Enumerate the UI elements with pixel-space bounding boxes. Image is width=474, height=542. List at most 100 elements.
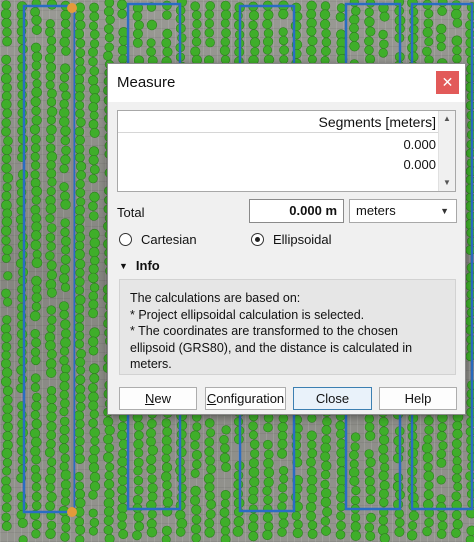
plant-marker [2,297,13,307]
plant-marker [277,483,288,493]
plant-marker [1,476,11,486]
plant-marker [190,1,200,11]
plant-marker [89,110,99,120]
radio-checked-icon[interactable] [251,233,264,246]
plant-marker [437,422,447,432]
plant-marker [31,501,42,511]
table-row[interactable]: 0.000 [118,155,440,175]
plant-marker [59,72,70,83]
plant-marker [233,488,243,499]
info-panel: The calculations are based on: * Project… [119,279,456,375]
cartesian-radio[interactable]: Cartesian [119,232,197,247]
plant-marker [59,381,70,392]
plant-marker [1,144,13,156]
plant-marker [306,26,317,37]
plant-marker [263,477,274,488]
plant-marker [204,482,215,493]
plant-marker [133,439,144,450]
close-button[interactable]: Close [293,387,372,410]
plant-marker [134,20,144,31]
plant-marker [248,466,260,478]
new-button[interactable]: New [119,387,197,410]
plant-marker [31,115,42,126]
plant-marker [89,39,100,49]
plant-marker [465,535,474,542]
cartesian-label[interactable]: Cartesian [141,232,197,247]
plant-marker [336,520,346,531]
plant-marker [47,88,57,99]
plant-marker [220,443,230,454]
plant-marker [190,485,201,497]
table-row[interactable]: 0.000 [118,135,440,155]
close-icon[interactable]: ✕ [436,71,459,94]
plant-marker [45,358,57,370]
plant-marker [88,174,98,184]
plant-marker [59,116,70,127]
plant-marker [320,19,331,30]
plant-marker [1,126,11,137]
radio-circle-icon[interactable] [119,233,132,246]
info-heading[interactable]: Info [136,258,160,273]
caret-down-icon[interactable]: ▼ [119,261,128,271]
segments-table[interactable]: Segments [meters] 0.000 0.000 ▲ ▼ [117,110,456,192]
plant-marker [161,453,171,463]
plant-marker [351,485,361,496]
plant-marker [74,126,85,137]
ellipsoidal-label[interactable]: Ellipsoidal [273,232,332,247]
scroll-up-icon[interactable]: ▲ [439,111,455,127]
plant-marker [59,434,69,444]
plant-marker [134,521,144,532]
plant-marker [31,70,41,80]
plant-marker [190,440,200,450]
plant-marker [437,520,448,531]
plant-marker [436,449,447,459]
plant-marker [46,115,56,125]
plant-marker [452,428,463,440]
plant-marker [349,14,360,25]
plant-marker [31,418,42,430]
plant-marker [47,177,57,187]
ellipsoidal-radio[interactable]: Ellipsoidal [251,232,332,247]
plant-marker [422,452,434,463]
plant-marker [133,511,144,523]
configuration-button[interactable]: Configuration [205,387,286,410]
plant-marker [31,15,42,26]
unit-dropdown[interactable]: meters ▼ [349,199,457,223]
plant-marker [262,45,273,55]
help-button[interactable]: Help [379,387,457,410]
segments-scrollbar[interactable]: ▲ ▼ [438,111,455,191]
scroll-down-icon[interactable]: ▼ [439,175,455,191]
plant-marker [76,197,86,207]
plant-marker [103,434,114,445]
plant-marker [176,420,188,431]
plant-marker [61,46,71,56]
plant-marker [103,51,113,61]
plant-marker [232,526,244,537]
plant-marker [307,475,318,486]
plant-marker [147,474,157,484]
plant-marker [134,448,144,458]
segments-header[interactable]: Segments [meters] [118,111,440,133]
info-toggle[interactable]: ▼ Info [119,258,160,273]
plant-marker [0,376,12,387]
unit-selected-value: meters [356,203,396,218]
plant-marker [74,453,85,464]
plant-marker [408,510,420,521]
plant-marker [103,497,115,509]
plant-marker [104,0,115,8]
plant-marker [60,453,70,463]
plant-marker [17,62,28,73]
plant-marker [350,432,361,442]
plant-marker [424,517,434,528]
plant-marker [336,484,346,494]
plant-marker [88,155,99,166]
dialog-titlebar[interactable]: Measure ✕ [108,64,465,102]
plant-marker [17,116,28,127]
plant-marker [192,10,202,20]
plant-marker [146,428,157,439]
plant-marker [30,7,40,17]
plant-marker [104,42,114,52]
plant-marker [147,483,158,494]
plant-marker [60,154,71,165]
plant-marker [75,259,86,270]
